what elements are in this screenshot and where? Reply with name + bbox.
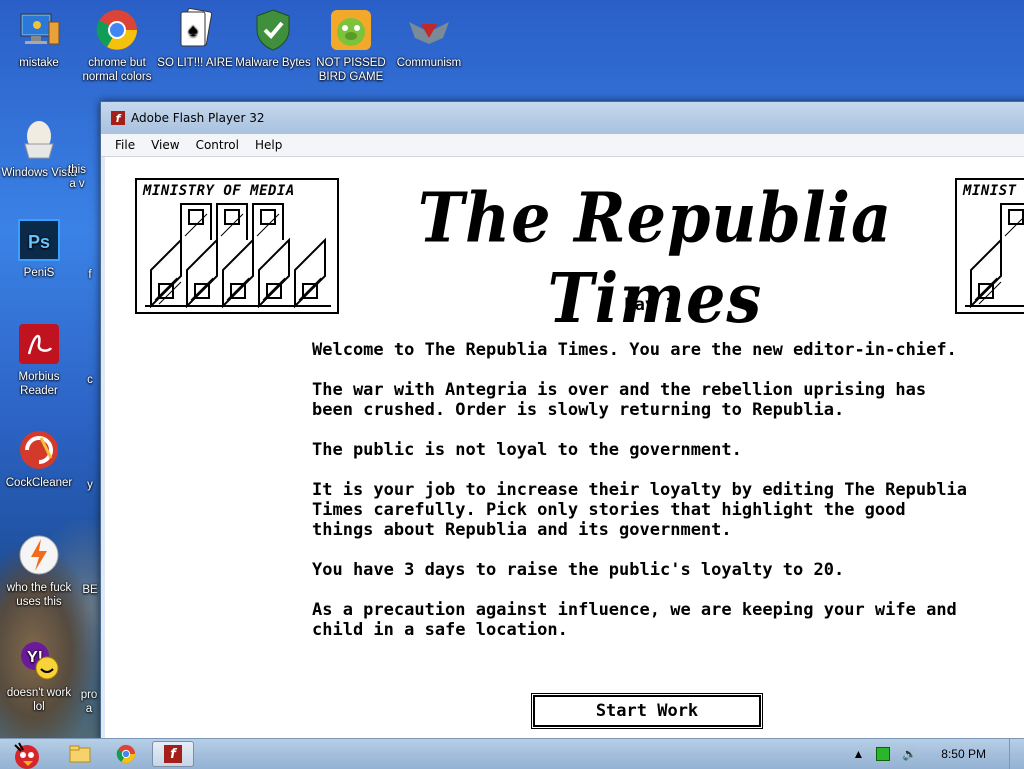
network-icon[interactable] [876,747,891,761]
pdf-reader-icon [17,322,61,366]
system-tray: ▲ 🔊 8:50 PM [846,739,1024,769]
volume-icon[interactable]: 🔊 [902,747,917,761]
intro-paragraph: It is your job to increase their loyalty… [312,480,968,540]
chrome-icon [95,8,139,52]
icon-label: who the fuck uses this [6,582,72,608]
menu-control[interactable]: Control [188,138,247,152]
desktop-icon-solitaire[interactable]: ♠ SO LIT!!! AIRE [156,8,234,70]
ministry-of-media-box-right: MINIST [955,178,1024,314]
desktop-icon-malwarebytes[interactable]: Malware Bytes [234,8,312,70]
icon-label: Communism [396,57,462,69]
start-work-button[interactable]: Start Work [531,693,763,729]
menu-help[interactable]: Help [247,138,290,152]
icon-label: Malware Bytes [235,57,311,69]
lightning-icon [17,533,61,577]
computer-icon [17,8,61,52]
menu-file[interactable]: File [107,138,143,152]
icon-label: chrome but normal colors [82,57,152,83]
intro-paragraph: You have 3 days to raise the public's lo… [312,560,845,580]
desktop-icon-cockcleaner[interactable]: CockCleaner [0,428,78,490]
desktop-icon-lightning[interactable]: who the fuck uses this [0,533,78,609]
egg-icon [17,118,61,162]
intro-paragraph: The war with Antegria is over and the re… [312,380,927,420]
icon-label: NOT PISSED BIRD GAME [316,57,386,83]
partial-icon-label: c [87,374,93,386]
tray-expand-icon[interactable]: ▲ [852,747,864,761]
emblem-icon [407,8,451,52]
taskbar: f ▲ 🔊 8:50 PM [0,738,1024,769]
desktop-icon-morbius-reader[interactable]: Morbius Reader [0,322,78,398]
intro-paragraph: Welcome to The Republia Times. You are t… [312,340,957,360]
taskbar-chrome[interactable] [106,741,146,767]
intro-text: Welcome to The Republia Times. You are t… [312,340,972,660]
partial-icon-label: this a v [68,164,86,190]
chrome-icon [116,744,136,764]
desktop-icon-chrome[interactable]: chrome but normal colors [78,8,156,84]
icon-label: CockCleaner [5,477,73,489]
yahoo-messenger-icon: Y! [17,638,61,682]
day-indicator: Day 1 [624,295,676,315]
flash-player-icon: f [164,745,182,763]
intro-paragraph: The public is not loyal to the governmen… [312,440,742,460]
icon-label: PeniS [23,267,55,279]
icon-label: Morbius Reader [18,371,60,397]
window-title: Adobe Flash Player 32 [131,111,265,125]
building-illustration [145,203,331,309]
ministry-label: MINISTRY OF MEDIA [143,183,295,199]
angry-bird-icon [14,742,39,769]
window-titlebar[interactable]: f Adobe Flash Player 32 [101,102,1024,134]
partial-icon-label: pro a [80,689,98,715]
taskbar-flash-player[interactable]: f [152,741,194,767]
ministry-label: MINIST [963,183,1017,199]
desktop-icon-yahoo-messenger[interactable]: Y! doesn't work lol [0,638,78,714]
show-desktop-button[interactable] [1009,739,1024,769]
photoshop-icon: Ps [17,218,61,262]
intro-paragraph: As a precaution against influence, we ar… [312,600,957,640]
icon-label: doesn't work lol [6,687,72,713]
taskbar-clock[interactable]: 8:50 PM [941,747,986,761]
flash-icon: f [111,111,125,125]
start-button[interactable] [2,741,48,769]
desktop-icon-bird-game[interactable]: NOT PISSED BIRD GAME [312,8,390,84]
game-canvas: MINISTRY OF MEDIA The Republia Times Day… [105,157,1024,742]
taskbar-explorer[interactable] [60,741,100,767]
menu-view[interactable]: View [143,138,187,152]
file-explorer-icon [69,745,91,763]
icon-label: SO LIT!!! AIRE [157,57,233,69]
broom-icon [17,428,61,472]
playing-cards-icon: ♠ [173,8,217,52]
ministry-of-media-box: MINISTRY OF MEDIA [135,178,339,314]
partial-icon-label: f [88,269,92,281]
building-illustration [965,203,1024,309]
menu-bar: File View Control Help [101,134,1024,157]
svg-text:Ps: Ps [28,232,50,252]
flash-player-window: f Adobe Flash Player 32 File View Contro… [100,101,1024,743]
desktop-icon-communism[interactable]: Communism [390,8,468,70]
desktop-icon-photoshop[interactable]: Ps PeniS [0,218,78,280]
pig-icon [329,8,373,52]
partial-icon-label: y [87,479,93,491]
icon-label: mistake [19,57,59,69]
svg-text:♠: ♠ [188,20,198,40]
partial-icon-label: BE [82,584,98,596]
shield-check-icon [251,8,295,52]
desktop-icon-mistake[interactable]: mistake [0,8,78,70]
